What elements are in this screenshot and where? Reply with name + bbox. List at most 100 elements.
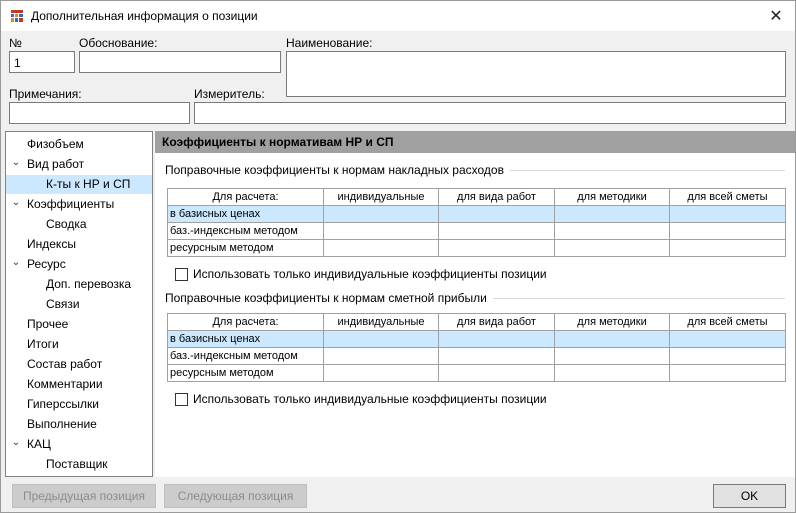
coefficient-cell[interactable] — [554, 222, 670, 240]
notes-field[interactable] — [9, 102, 190, 124]
basis-field[interactable] — [79, 51, 281, 73]
tree-item-label: К-ты к НР и СП — [46, 177, 131, 191]
tree-item[interactable]: Итоги — [6, 335, 152, 354]
table-header-row: Для расчета: индивидуальные для вида работ… — [167, 313, 786, 331]
close-icon: ✕ — [769, 8, 783, 25]
name-label: Наименование: — [286, 36, 373, 50]
column-header: для вида работ — [438, 313, 555, 331]
tree-item[interactable]: ⌄ Коэффициенты — [6, 195, 152, 214]
coefficient-cell[interactable] — [438, 330, 555, 348]
tree-item[interactable]: Доп. перевозка — [6, 275, 152, 294]
checkbox-box[interactable] — [175, 267, 188, 281]
row-label: ресурсным методом — [167, 364, 324, 382]
tree-item-label: Прочее — [27, 317, 69, 331]
tree-item[interactable]: Прочее — [6, 315, 152, 334]
tree-item-label: Вид работ — [27, 157, 85, 171]
expand-chevron-icon[interactable]: ⌄ — [10, 193, 22, 212]
table-row[interactable]: баз.-индексным методом — [167, 222, 786, 240]
tree-item-label: Выполнение — [27, 417, 97, 431]
coefficient-cell[interactable] — [323, 330, 439, 348]
tree-item[interactable]: Гиперссылки — [6, 395, 152, 414]
number-field[interactable]: 1 — [9, 51, 75, 73]
tree-item[interactable]: Сводка — [6, 215, 152, 234]
tree-item[interactable]: ⌄ Вид работ — [6, 155, 152, 174]
coefficients-panel: Коэффициенты к нормативам НР и СП Поправ… — [155, 131, 795, 477]
checkbox-label: Использовать только индивидуальные коэфф… — [193, 267, 547, 281]
close-button[interactable]: ✕ — [763, 3, 789, 29]
column-header: Для расчета: — [167, 188, 324, 206]
coefficient-cell[interactable] — [669, 330, 786, 348]
tree-item[interactable]: Связи — [6, 295, 152, 314]
name-field[interactable] — [286, 51, 786, 97]
tree-item[interactable]: ⌄ КАЦ — [6, 435, 152, 454]
tree-item[interactable]: К-ты к НР и СП — [6, 175, 152, 194]
coefficient-cell[interactable] — [669, 347, 786, 365]
coefficient-cell[interactable] — [323, 205, 439, 223]
overhead-coefficients-table: Для расчета: индивидуальные для вида работ… — [167, 188, 786, 257]
coefficient-cell[interactable] — [669, 364, 786, 382]
coefficient-cell[interactable] — [323, 364, 439, 382]
row-label: в базисных ценах — [167, 330, 324, 348]
table-row[interactable]: ресурсным методом — [167, 364, 786, 382]
profit-coefficients-table: Для расчета: индивидуальные для вида работ… — [167, 313, 786, 382]
table-row[interactable]: баз.-индексным методом — [167, 347, 786, 365]
number-label: № — [9, 36, 22, 50]
tree-item[interactable]: Комментарии — [6, 375, 152, 394]
row-label: баз.-индексным методом — [167, 222, 324, 240]
tree-item-label: Ресурс — [27, 257, 66, 271]
title-bar: Дополнительная информация о позиции ✕ — [1, 1, 795, 31]
coefficient-cell[interactable] — [669, 222, 786, 240]
checkbox-label: Использовать только индивидуальные коэфф… — [193, 392, 547, 406]
column-header: для методики — [554, 188, 670, 206]
coefficient-cell[interactable] — [554, 330, 670, 348]
individual-only-checkbox-2[interactable]: Использовать только индивидуальные коэфф… — [175, 392, 547, 406]
table-row[interactable]: ресурсным методом — [167, 239, 786, 257]
checkbox-box[interactable] — [175, 392, 188, 406]
coefficient-cell[interactable] — [438, 205, 555, 223]
tree-item-label: Связи — [46, 297, 80, 311]
table-header-row: Для расчета: индивидуальные для вида работ… — [167, 188, 786, 206]
section-tree: Физобъем ⌄ Вид работ К-ты к НР и СП ⌄ Коэффиц… — [5, 131, 153, 477]
ok-button[interactable]: OK — [713, 484, 786, 508]
column-header: для всей сметы — [669, 313, 786, 331]
tree-item-label: Индексы — [27, 237, 76, 251]
coefficient-cell[interactable] — [438, 364, 555, 382]
coefficient-cell[interactable] — [554, 205, 670, 223]
column-header: индивидуальные — [323, 313, 439, 331]
tree-item[interactable]: Выполнение — [6, 415, 152, 434]
dialog-window: Дополнительная информация о позиции ✕ № … — [0, 0, 796, 513]
coefficient-cell[interactable] — [323, 347, 439, 365]
expand-chevron-icon[interactable]: ⌄ — [10, 253, 22, 272]
unit-field[interactable] — [194, 102, 786, 124]
coefficient-cell[interactable] — [438, 222, 555, 240]
table-row[interactable]: в базисных ценах — [167, 205, 786, 223]
coefficient-cell[interactable] — [438, 347, 555, 365]
individual-only-checkbox-1[interactable]: Использовать только индивидуальные коэфф… — [175, 267, 547, 281]
coefficient-cell[interactable] — [554, 239, 670, 257]
section1-title: Поправочные коэффициенты к нормам наклад… — [165, 163, 510, 177]
coefficient-cell[interactable] — [669, 205, 786, 223]
coefficient-cell[interactable] — [554, 364, 670, 382]
tree-item[interactable]: Физобъем — [6, 135, 152, 154]
tree-item[interactable]: Состав работ — [6, 355, 152, 374]
coefficient-cell[interactable] — [669, 239, 786, 257]
expand-chevron-icon[interactable]: ⌄ — [10, 433, 22, 452]
tree-item-label: Поставщик — [46, 457, 108, 471]
column-header: для методики — [554, 313, 670, 331]
tree-item-label: Итоги — [27, 337, 59, 351]
row-label: баз.-индексным методом — [167, 347, 324, 365]
tree-item[interactable]: ⌄ Ресурс — [6, 255, 152, 274]
next-position-button[interactable]: Следующая позиция — [164, 484, 307, 508]
expand-chevron-icon[interactable]: ⌄ — [10, 153, 22, 172]
row-label: ресурсным методом — [167, 239, 324, 257]
tree-item[interactable]: Поставщик — [6, 455, 152, 474]
previous-position-button[interactable]: Предыдущая позиция — [12, 484, 156, 508]
coefficient-cell[interactable] — [438, 239, 555, 257]
tree-item-label: Комментарии — [27, 377, 103, 391]
coefficient-cell[interactable] — [554, 347, 670, 365]
table-row[interactable]: в базисных ценах — [167, 330, 786, 348]
tree-item[interactable]: Индексы — [6, 235, 152, 254]
coefficient-cell[interactable] — [323, 239, 439, 257]
panel-header: Коэффициенты к нормативам НР и СП — [155, 131, 795, 153]
coefficient-cell[interactable] — [323, 222, 439, 240]
